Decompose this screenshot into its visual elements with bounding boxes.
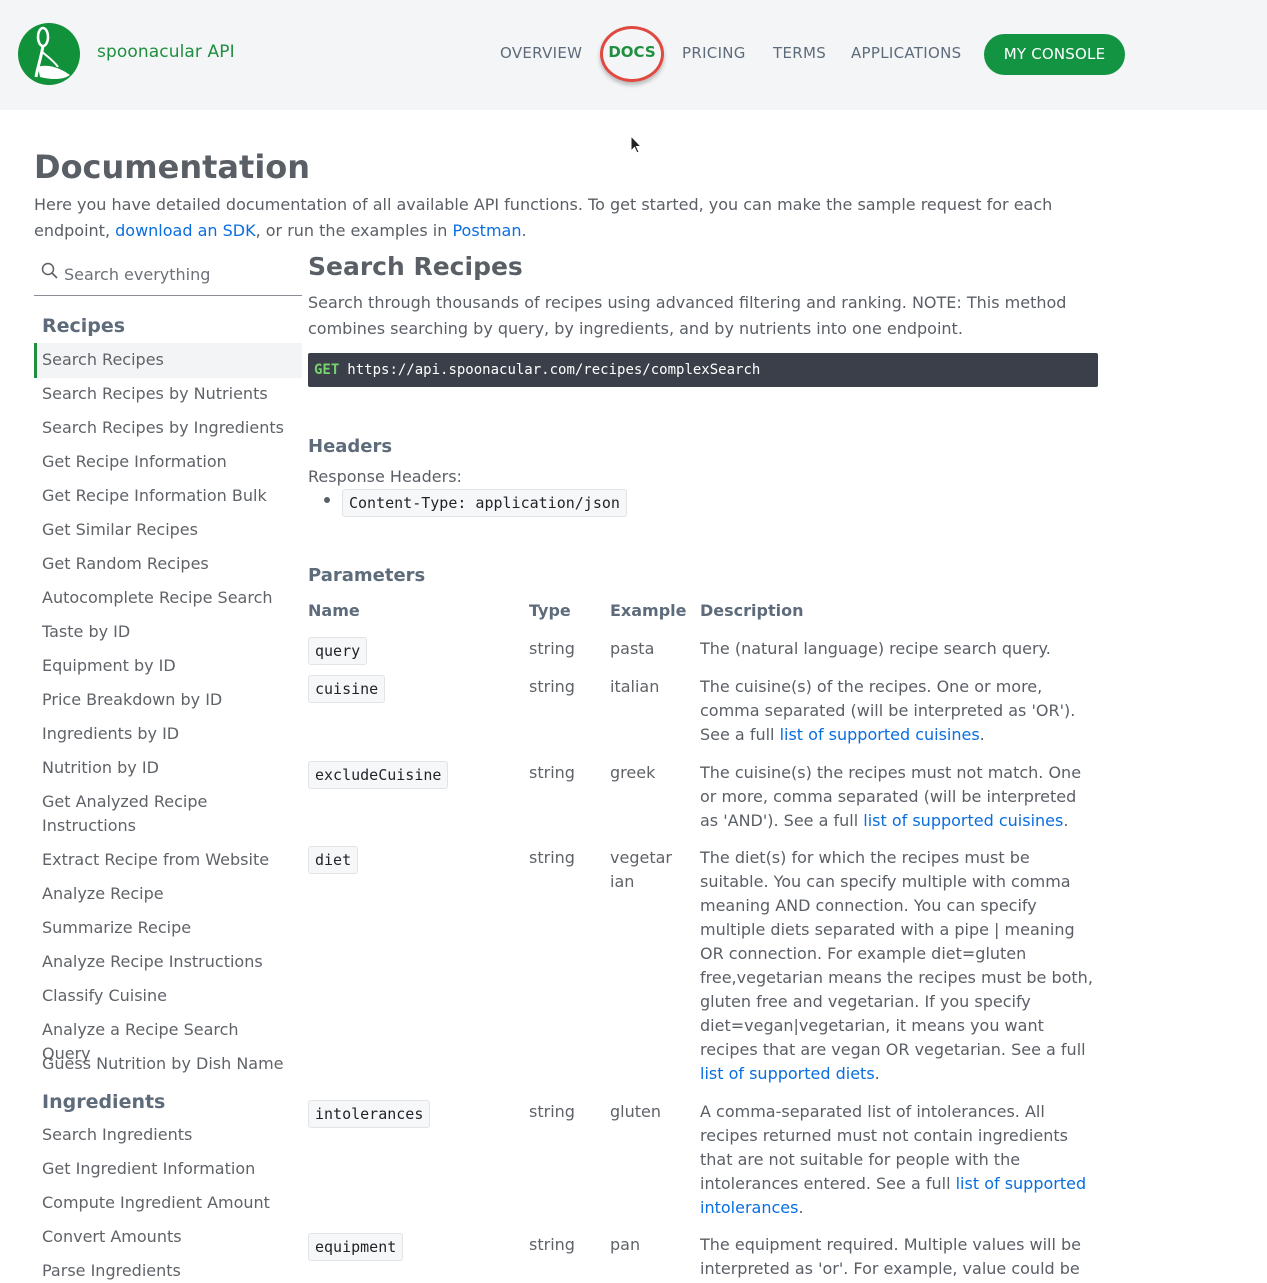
sidebar-item-taste-by-id[interactable]: Taste by ID — [42, 620, 292, 644]
sidebar-item-convert-amounts[interactable]: Convert Amounts — [42, 1225, 292, 1249]
nav-docs-label: DOCS — [608, 43, 656, 61]
param-type: string — [529, 763, 575, 782]
column-header-example: Example — [610, 601, 687, 620]
spoonacular-logo-icon[interactable] — [18, 23, 80, 85]
sidebar-item-equipment-by-id[interactable]: Equipment by ID — [42, 654, 292, 678]
headers-heading: Headers — [308, 436, 393, 457]
param-description: The (natural language) recipe search que… — [700, 637, 1095, 661]
nav-pricing[interactable]: PRICING — [682, 44, 746, 62]
my-console-button[interactable]: MY CONSOLE — [984, 34, 1125, 75]
param-name: diet — [308, 846, 359, 874]
sidebar-item-search-recipes[interactable]: Search Recipes — [42, 348, 292, 372]
endpoint-url: https://api.spoonacular.com/recipes/comp… — [347, 362, 761, 378]
column-header-description: Description — [700, 601, 804, 620]
param-example: italian — [610, 677, 660, 696]
sidebar-item-analyze-recipe-instructions[interactable]: Analyze Recipe Instructions — [42, 950, 292, 974]
param-type: string — [529, 848, 575, 867]
param-description-text: The (natural language) recipe search que… — [700, 639, 1051, 658]
column-header-type: Type — [529, 601, 571, 620]
sidebar-item-search-recipes-by-ingredients[interactable]: Search Recipes by Ingredients — [42, 416, 292, 440]
nav-overview[interactable]: OVERVIEW — [500, 44, 582, 62]
response-headers-label: Response Headers: — [308, 467, 462, 486]
param-type: string — [529, 677, 575, 696]
sidebar-item-analyze-recipe[interactable]: Analyze Recipe — [42, 882, 292, 906]
param-example: vegetarian — [610, 848, 672, 891]
param-example: greek — [610, 763, 656, 782]
param-description-tail: . — [798, 1198, 804, 1217]
param-description-text: The diet(s) for which the recipes must b… — [700, 848, 1093, 1059]
endpoint-url-bar[interactable]: GET https://api.spoonacular.com/recipes/c… — [308, 353, 1098, 387]
sidebar-item-get-recipe-information[interactable]: Get Recipe Information — [42, 450, 292, 474]
param-example: pan — [610, 1235, 641, 1254]
param-type: string — [529, 1235, 575, 1254]
param-description: The diet(s) for which the recipes must b… — [700, 846, 1095, 1086]
param-description-tail: . — [979, 725, 985, 744]
param-example: pasta — [610, 639, 655, 658]
param-name: intolerances — [308, 1100, 431, 1128]
param-description-tail: . — [874, 1064, 880, 1083]
search-icon — [41, 262, 59, 284]
response-header-code: Content-Type: application/json — [342, 489, 627, 517]
param-description-text: The equipment required. Multiple values … — [700, 1235, 1081, 1278]
mouse-cursor-icon — [630, 134, 643, 159]
parameters-heading: Parameters — [308, 565, 426, 586]
bullet-icon — [324, 497, 330, 503]
sidebar-item-ingredients-by-id[interactable]: Ingredients by ID — [42, 722, 292, 746]
sidebar-item-get-similar-recipes[interactable]: Get Similar Recipes — [42, 518, 292, 542]
param-name: excludeCuisine — [308, 761, 449, 789]
sidebar-item-parse-ingredients[interactable]: Parse Ingredients — [42, 1259, 292, 1283]
supported-cuisines-link[interactable]: list of supported cuisines — [863, 811, 1063, 830]
param-description: The cuisine(s) the recipes must not matc… — [700, 761, 1095, 833]
page-title: Documentation — [34, 148, 311, 186]
intro-text-part: . — [521, 221, 527, 240]
endpoint-title: Search Recipes — [308, 252, 523, 281]
sidebar-item-search-ingredients[interactable]: Search Ingredients — [42, 1123, 292, 1147]
top-header: spoonacular API OVERVIEW DOCS PRICING TE… — [0, 0, 1267, 110]
http-method: GET — [314, 362, 340, 378]
sidebar-item-search-recipes-by-nutrients[interactable]: Search Recipes by Nutrients — [42, 382, 292, 406]
sidebar-item-compute-ingredient-amount[interactable]: Compute Ingredient Amount — [42, 1191, 292, 1215]
param-name: query — [308, 637, 368, 665]
sidebar-item-classify-cuisine[interactable]: Classify Cuisine — [42, 984, 292, 1008]
endpoint-description: Search through thousands of recipes usin… — [308, 293, 1067, 338]
sidebar-search — [34, 258, 302, 296]
sidebar-section-recipes[interactable]: Recipes — [42, 315, 125, 337]
param-description-tail: . — [1063, 811, 1069, 830]
search-input[interactable] — [64, 262, 294, 286]
sidebar-item-guess-nutrition-by-dish-name[interactable]: Guess Nutrition by Dish Name — [42, 1052, 292, 1076]
sidebar-item-get-recipe-information-bulk[interactable]: Get Recipe Information Bulk — [42, 484, 292, 508]
supported-cuisines-link[interactable]: list of supported cuisines — [780, 725, 980, 744]
nav-docs[interactable]: DOCS — [600, 26, 664, 82]
param-type: string — [529, 1102, 575, 1121]
sidebar-section-ingredients[interactable]: Ingredients — [42, 1091, 165, 1113]
download-sdk-link[interactable]: download an SDK — [115, 221, 255, 240]
param-description: A comma-separated list of intolerances. … — [700, 1100, 1095, 1220]
postman-link[interactable]: Postman — [452, 221, 521, 240]
sidebar-item-get-random-recipes[interactable]: Get Random Recipes — [42, 552, 292, 576]
param-name: equipment — [308, 1233, 404, 1261]
sidebar-item-extract-recipe-from-website[interactable]: Extract Recipe from Website — [42, 848, 292, 872]
intro-text: Here you have detailed documentation of … — [34, 192, 1064, 244]
nav-terms[interactable]: TERMS — [773, 44, 826, 62]
sidebar-item-nutrition-by-id[interactable]: Nutrition by ID — [42, 756, 292, 780]
param-example: gluten — [610, 1102, 661, 1121]
sidebar-item-get-analyzed-recipe-instructions[interactable]: Get Analyzed Recipe Instructions — [42, 790, 242, 838]
sidebar-item-autocomplete-recipe-search[interactable]: Autocomplete Recipe Search — [42, 586, 292, 610]
param-type: string — [529, 639, 575, 658]
sidebar-item-get-ingredient-information[interactable]: Get Ingredient Information — [42, 1157, 292, 1181]
nav-applications[interactable]: APPLICATIONS — [851, 44, 961, 62]
param-name: cuisine — [308, 675, 386, 703]
supported-diets-link[interactable]: list of supported diets — [700, 1064, 875, 1083]
column-header-name: Name — [308, 601, 360, 620]
sidebar-item-price-breakdown-by-id[interactable]: Price Breakdown by ID — [42, 688, 292, 712]
intro-text-part: , or run the examples in — [255, 221, 448, 240]
param-description: The equipment required. Multiple values … — [700, 1233, 1095, 1281]
brand-name[interactable]: spoonacular API — [97, 42, 235, 62]
param-description: The cuisine(s) of the recipes. One or mo… — [700, 675, 1095, 747]
sidebar-item-summarize-recipe[interactable]: Summarize Recipe — [42, 916, 292, 940]
